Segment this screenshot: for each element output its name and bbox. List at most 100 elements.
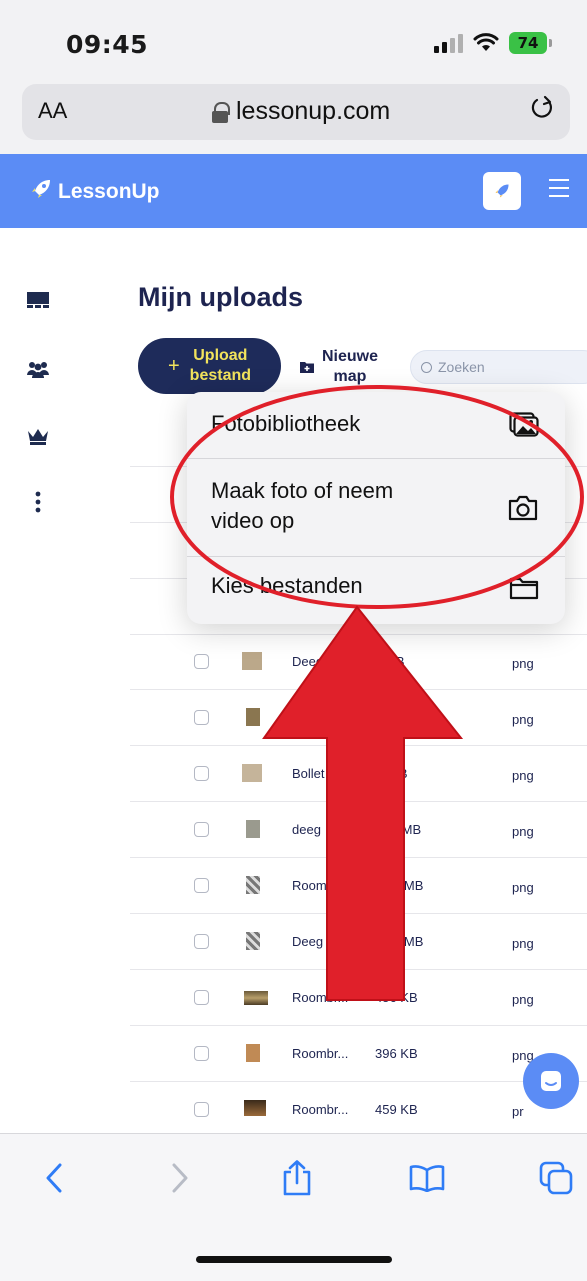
file-type: png	[512, 936, 534, 951]
file-thumbnail	[244, 1100, 266, 1116]
groups-icon[interactable]	[26, 357, 50, 381]
battery-indicator: 74	[509, 32, 552, 54]
file-size: MB	[388, 766, 408, 781]
menu-item-label: Kies bestanden	[211, 573, 363, 598]
menu-item-label: Fotobibliotheek	[211, 411, 361, 436]
page-content: Mijn uploads + Upload bestand Nieuwe map Z…	[0, 228, 587, 1138]
share-icon	[283, 1160, 311, 1196]
row-checkbox[interactable]	[194, 990, 209, 1005]
more-options-icon[interactable]	[26, 490, 50, 514]
url-text: lessonup.com	[236, 97, 391, 125]
row-checkbox[interactable]	[194, 878, 209, 893]
file-size: 459 KB	[375, 1102, 418, 1117]
file-name: deeg	[292, 822, 321, 837]
table-row[interactable]: Roombr... 19,6 MB png	[130, 858, 587, 914]
back-button[interactable]	[32, 1156, 76, 1200]
status-time: 09:45	[66, 30, 149, 59]
lock-icon	[212, 101, 230, 123]
table-row[interactable]: Deeg ins... 21,9 MB png	[130, 914, 587, 970]
file-name: Roombr...	[292, 990, 349, 1005]
chevron-right-icon	[172, 1163, 188, 1193]
file-name: Roombr...	[292, 878, 349, 893]
table-row[interactable]: deeg 2,2 MB png	[130, 802, 587, 858]
file-name: Roombr...	[292, 1102, 349, 1117]
forward-button[interactable]	[158, 1156, 202, 1200]
table-row[interactable]: Roombr... 459 KB pr	[130, 1082, 587, 1138]
table-row[interactable]: Roombr... 456 KB png	[130, 970, 587, 1026]
upload-button-label: Upload bestand	[189, 347, 252, 384]
tabs-icon	[539, 1161, 573, 1195]
new-folder-label: Nieuwe map	[322, 348, 379, 385]
file-type: pr	[512, 1104, 524, 1119]
menu-icon[interactable]	[549, 179, 569, 197]
file-name: Deeg ins...	[292, 934, 355, 949]
file-type: png	[512, 712, 534, 727]
file-name: Roombr...	[292, 1046, 349, 1061]
share-button[interactable]	[275, 1156, 319, 1200]
row-checkbox[interactable]	[194, 934, 209, 949]
tabs-button[interactable]	[534, 1156, 578, 1200]
table-row[interactable]: Zonn 3 MB png	[130, 690, 587, 746]
app-header: LessonUp	[0, 154, 587, 228]
search-input[interactable]: Zoeken	[410, 350, 587, 384]
search-icon	[421, 361, 432, 373]
row-checkbox[interactable]	[194, 654, 209, 669]
table-row[interactable]: Bollet MB png	[130, 746, 587, 802]
file-source-menu: Fotobibliotheek Maak foto of neem video o…	[187, 392, 565, 624]
file-size: 21,9 MB	[375, 934, 424, 949]
file-name: Zonn	[292, 710, 322, 725]
crown-icon[interactable]	[26, 424, 50, 448]
file-name: Bollet	[292, 766, 325, 781]
file-size: 396 KB	[375, 1046, 418, 1061]
rocket-icon	[495, 184, 509, 198]
row-checkbox[interactable]	[194, 710, 209, 725]
file-type: png	[512, 656, 534, 671]
folder-icon	[509, 576, 539, 606]
table-row[interactable]: Deeg MB png	[130, 634, 587, 690]
upload-file-button[interactable]: + Upload bestand	[138, 338, 281, 394]
search-placeholder: Zoeken	[438, 359, 485, 375]
file-thumbnail	[246, 876, 260, 894]
page-title: Mijn uploads	[138, 282, 303, 312]
reload-icon[interactable]	[530, 94, 556, 129]
bookmarks-button[interactable]	[405, 1156, 449, 1200]
file-thumbnail	[242, 652, 262, 670]
status-bar: 09:45 74	[0, 0, 587, 78]
address-bar[interactable]: AA lessonup.com	[22, 84, 570, 140]
new-folder-button[interactable]: Nieuwe map	[300, 342, 400, 392]
text-size-label: AA	[38, 98, 68, 123]
file-thumbnail	[246, 820, 260, 838]
file-size: 19,6 MB	[375, 878, 424, 893]
rocket-icon	[30, 178, 52, 206]
menu-item-label: Maak foto of neem video op	[211, 478, 394, 533]
file-size: 3 MB	[388, 710, 419, 725]
file-size: 2,2 MB	[380, 822, 422, 837]
lessons-icon[interactable]	[26, 288, 50, 312]
text-size-button[interactable]: AA	[38, 98, 67, 124]
file-thumbnail	[246, 1044, 260, 1062]
browser-chrome: AA lessonup.com	[0, 78, 587, 154]
file-type: png	[512, 992, 534, 1007]
brand-logo[interactable]: LessonUp	[30, 178, 160, 206]
brand-name: LessonUp	[58, 180, 160, 203]
menu-item-take-photo[interactable]: Maak foto of neem video op	[187, 458, 565, 556]
menu-item-photo-library[interactable]: Fotobibliotheek	[187, 392, 565, 458]
chat-button[interactable]	[523, 1053, 579, 1109]
camera-icon	[507, 495, 539, 527]
file-size: MB	[385, 654, 405, 669]
home-indicator	[196, 1256, 392, 1263]
menu-item-choose-files[interactable]: Kies bestanden	[187, 556, 565, 624]
table-row[interactable]: Roombr... 396 KB png	[130, 1026, 587, 1082]
row-checkbox[interactable]	[194, 1046, 209, 1061]
file-thumbnail	[246, 708, 260, 726]
row-checkbox[interactable]	[194, 822, 209, 837]
row-checkbox[interactable]	[194, 1102, 209, 1117]
book-icon	[409, 1165, 445, 1192]
url-display[interactable]: lessonup.com	[212, 97, 390, 126]
chat-icon	[541, 1071, 561, 1091]
file-type: png	[512, 768, 534, 783]
row-checkbox[interactable]	[194, 766, 209, 781]
rocket-button[interactable]	[483, 172, 521, 210]
chevron-left-icon	[46, 1163, 62, 1193]
file-name: Deeg	[292, 654, 324, 669]
